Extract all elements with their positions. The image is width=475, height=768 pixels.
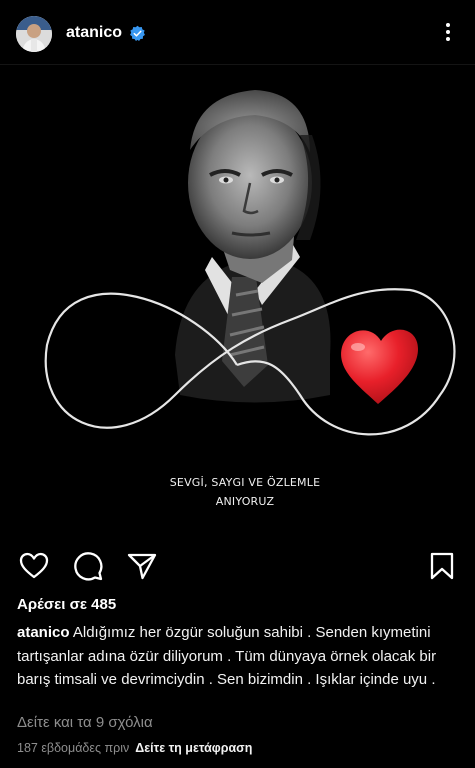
action-bar — [0, 548, 475, 588]
more-vertical-icon[interactable] — [436, 20, 460, 44]
verified-badge-icon — [129, 25, 146, 42]
post-header: atanico — [0, 0, 475, 64]
caption-text: Aldığımız her özgür soluğun sahibi . Sen… — [17, 624, 437, 688]
caption-username[interactable]: atanico — [17, 624, 70, 641]
see-translation-link[interactable]: Δείτε τη μετάφραση — [135, 741, 252, 755]
post-caption: atanico Aldığımız her özgür soluğun sahi… — [17, 621, 457, 692]
bookmark-icon[interactable] — [426, 550, 458, 582]
view-comments-link[interactable]: Δείτε και τα 9 σχόλια — [17, 714, 153, 731]
paper-plane-icon[interactable] — [126, 550, 158, 582]
username[interactable]: atanico — [66, 24, 122, 42]
post-footer: 187 εβδομάδες πριν Δείτε τη μετάφραση — [17, 741, 252, 755]
post-timestamp: 187 εβδομάδες πριν — [17, 741, 130, 755]
post-image[interactable]: SEVGİ, SAYGI VE ÖZLEMLE ANIYORUZ — [0, 65, 475, 534]
avatar[interactable] — [16, 16, 52, 52]
likes-count[interactable]: Αρέσει σε 485 — [17, 596, 116, 613]
image-text-line1: SEVGİ, SAYGI VE ÖZLEMLE — [170, 476, 320, 489]
comment-bubble-icon[interactable] — [72, 550, 104, 582]
image-text-line2: ANIYORUZ — [216, 495, 275, 508]
heart-outline-icon[interactable] — [18, 550, 50, 582]
